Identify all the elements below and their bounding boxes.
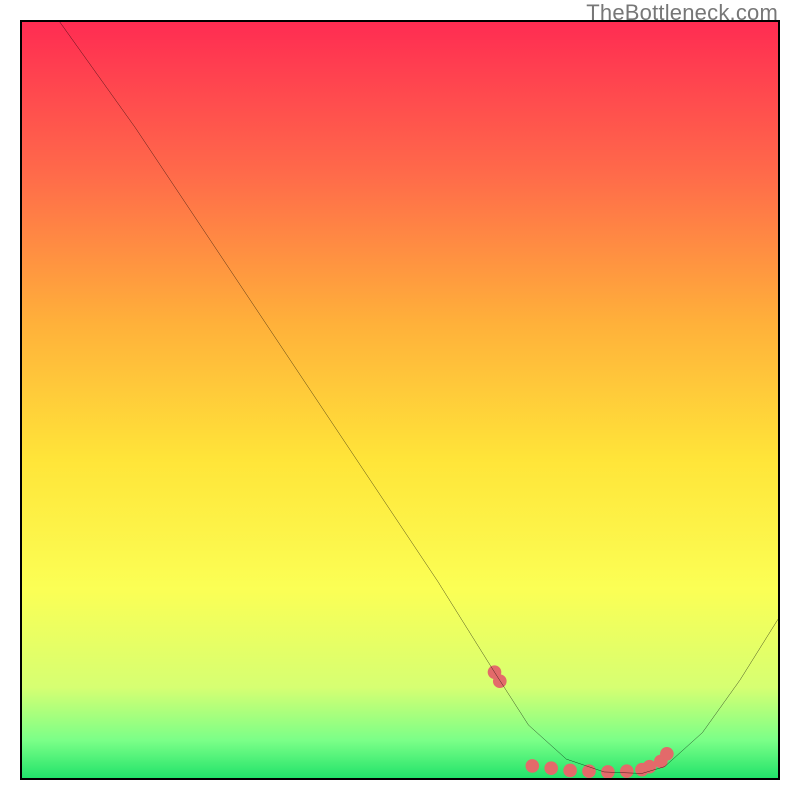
plateau-dot (563, 764, 577, 778)
plateau-dot (493, 674, 507, 688)
chart-plot-area (20, 20, 780, 780)
plateau-dot (620, 764, 634, 778)
bottleneck-curve (60, 22, 778, 773)
plateau-dot (525, 759, 539, 773)
chart-curve-layer (22, 22, 778, 778)
plateau-dot (582, 764, 596, 778)
plateau-dot (544, 761, 558, 775)
plateau-dot (660, 747, 674, 761)
plateau-dots (488, 665, 674, 778)
